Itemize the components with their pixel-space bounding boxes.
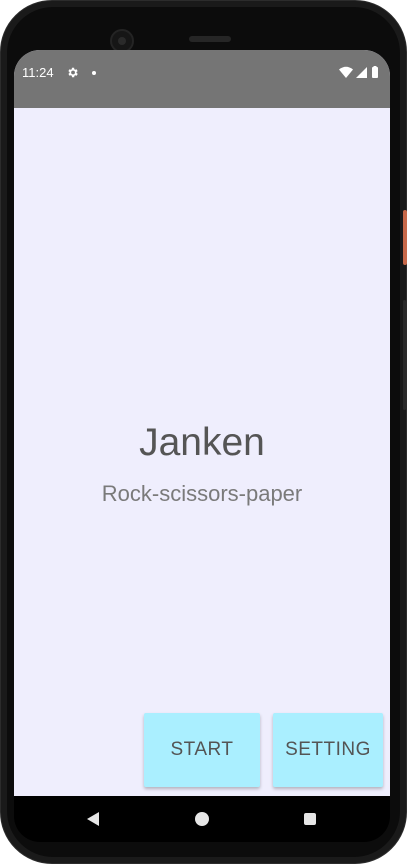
back-icon[interactable] bbox=[86, 811, 100, 827]
setting-button[interactable]: SETTING bbox=[273, 713, 383, 787]
status-time: 11:24 bbox=[22, 65, 54, 80]
navigation-bar bbox=[14, 796, 390, 842]
volume-button[interactable] bbox=[403, 300, 406, 410]
wifi-icon bbox=[339, 66, 353, 78]
recents-icon[interactable] bbox=[304, 813, 316, 825]
screen: 11:24 Janken Rock-scissors-paper START S… bbox=[14, 50, 390, 810]
gear-icon bbox=[68, 67, 78, 78]
status-icons bbox=[339, 66, 378, 78]
signal-icon bbox=[356, 67, 367, 78]
main-content: Janken Rock-scissors-paper START SETTING bbox=[14, 108, 390, 810]
app-subtitle: Rock-scissors-paper bbox=[101, 481, 303, 506]
earpiece-speaker bbox=[189, 36, 231, 42]
power-button[interactable] bbox=[403, 210, 407, 265]
home-icon[interactable] bbox=[195, 812, 209, 826]
app-title: Janken bbox=[139, 421, 265, 464]
notification-dot-icon bbox=[92, 71, 96, 75]
status-bar: 11:24 bbox=[14, 50, 390, 108]
start-button[interactable]: START bbox=[144, 713, 260, 787]
battery-icon bbox=[372, 67, 378, 78]
